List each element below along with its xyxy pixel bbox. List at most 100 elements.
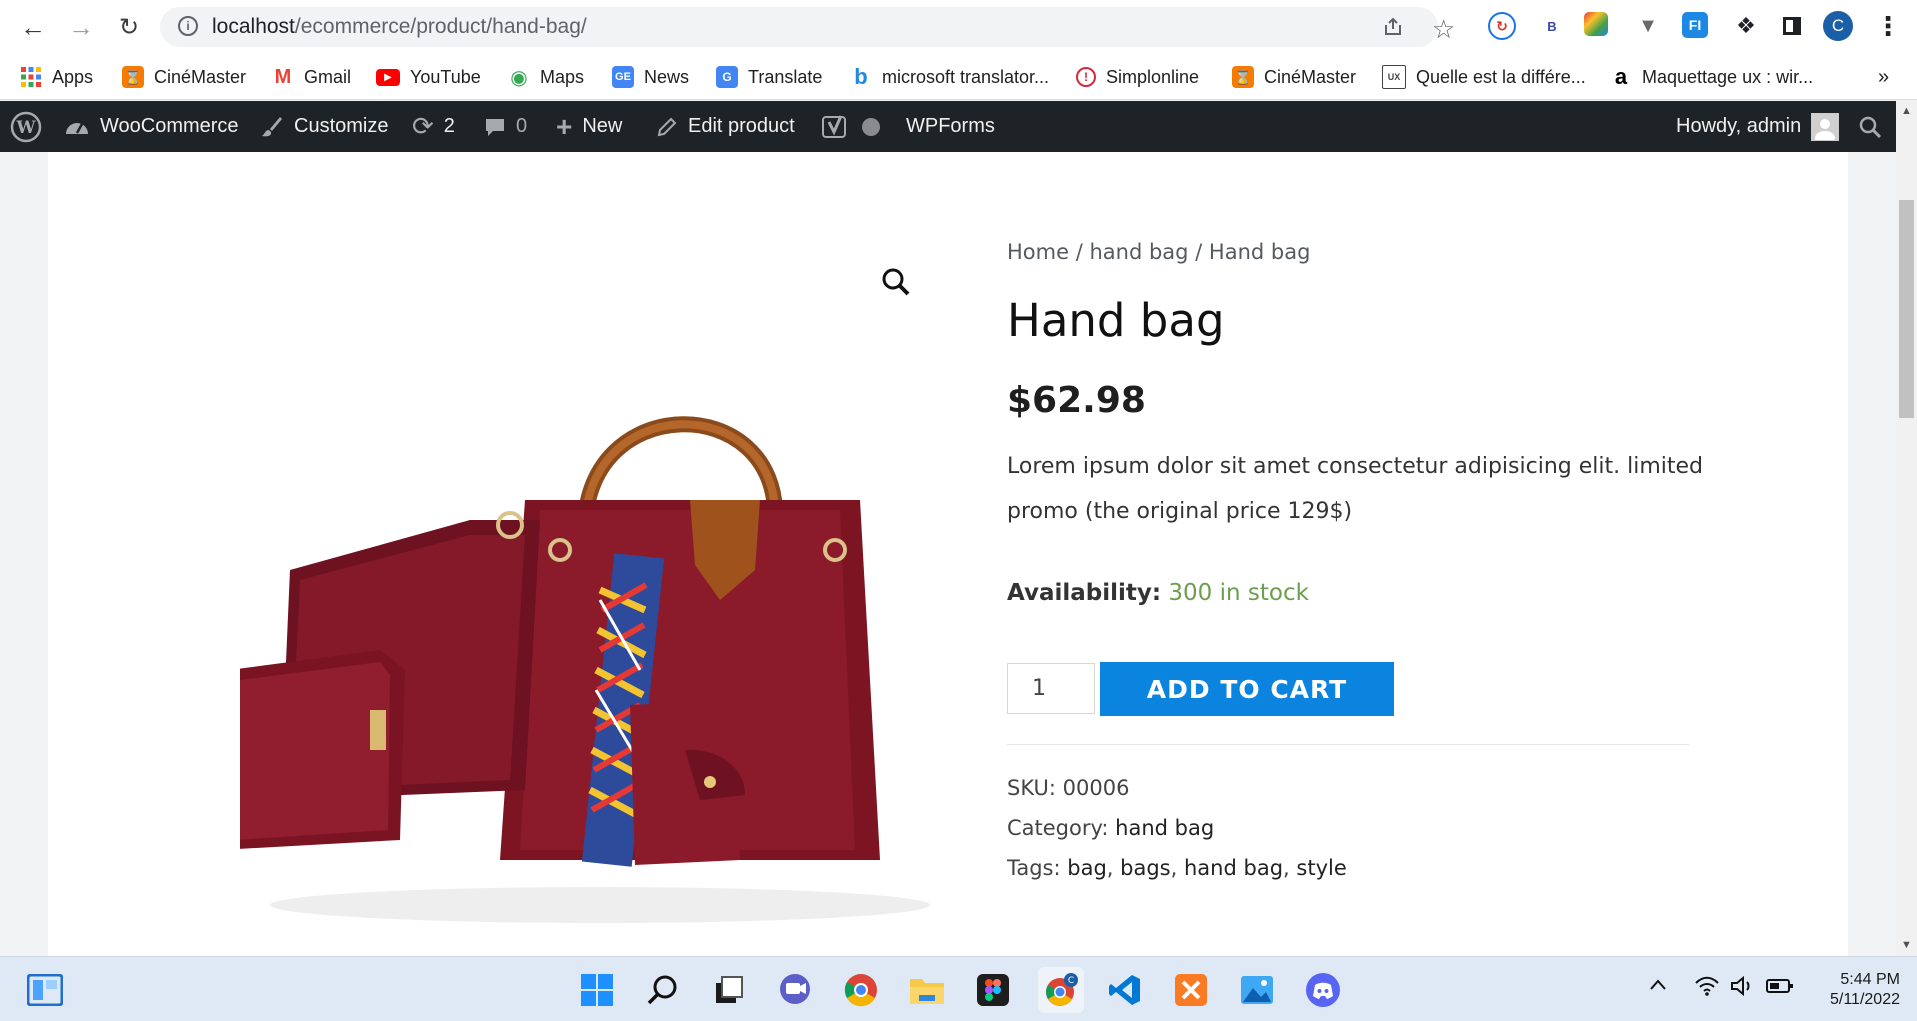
bookmark-cinemaster[interactable]: ⌛ CinéMaster: [122, 63, 246, 91]
bookmark-maps[interactable]: ◉ Maps: [508, 63, 584, 91]
yoast-seo-menu[interactable]: [822, 101, 880, 152]
breadcrumb-category[interactable]: hand bag: [1089, 240, 1188, 264]
handbag-illustration: [220, 416, 930, 923]
system-clock[interactable]: 5:44 PM 5/11/2022: [1800, 970, 1900, 1010]
breadcrumb-separator: /: [1188, 240, 1209, 264]
bookmark-translate[interactable]: G Translate: [716, 63, 822, 91]
howdy-label: Howdy, admin: [1676, 115, 1802, 137]
widgets-icon[interactable]: [26, 971, 64, 1009]
category-link[interactable]: hand bag: [1115, 816, 1214, 840]
chevron-up-icon[interactable]: [1648, 975, 1668, 1001]
new-label: New: [582, 115, 623, 137]
product-image[interactable]: [220, 370, 940, 930]
scrollbar-thumb[interactable]: [1899, 200, 1914, 418]
breadcrumb-separator: /: [1069, 240, 1090, 264]
v-ext-icon[interactable]: ▼: [1634, 12, 1662, 40]
bing-icon: b: [854, 64, 868, 89]
b-ext-icon[interactable]: B: [1538, 12, 1566, 40]
scroll-up-arrow-icon[interactable]: ▲: [1899, 104, 1914, 119]
chrome-profile-icon[interactable]: C: [1038, 967, 1084, 1013]
quantity-input[interactable]: [1007, 663, 1095, 714]
discord-icon[interactable]: [1304, 971, 1342, 1009]
apps-grid-icon: [20, 66, 42, 88]
paintbrush-icon: [260, 115, 284, 139]
wp-logo-menu[interactable]: W: [10, 101, 42, 152]
cinemaster-icon: ⌛: [1232, 66, 1254, 88]
updates-refresh-icon: ⟳: [412, 111, 434, 141]
file-explorer-icon[interactable]: [908, 971, 946, 1009]
tag-link[interactable]: bag: [1067, 856, 1107, 880]
profile-initial: C: [1831, 16, 1845, 35]
my-account-menu[interactable]: Howdy, admin: [1676, 101, 1840, 152]
bookmark-label: Gmail: [304, 66, 352, 87]
figma-icon[interactable]: [974, 971, 1012, 1009]
search-icon[interactable]: [644, 971, 682, 1009]
bookmark-blog-ux[interactable]: UX Quelle est la différe...: [1382, 63, 1586, 91]
battery-icon[interactable]: [1766, 976, 1794, 1002]
bookmark-label: Apps: [52, 66, 94, 87]
sku-label: SKU:: [1007, 776, 1056, 800]
tag-link[interactable]: bags: [1120, 856, 1170, 880]
share-icon[interactable]: [1382, 16, 1404, 44]
wpforms-label: WPForms: [906, 115, 995, 137]
reload-icon[interactable]: ↻: [114, 12, 144, 42]
bookmark-apps[interactable]: Apps: [20, 63, 93, 91]
windows-taskbar: C 5:44 PM 5/11/2022: [0, 956, 1917, 1021]
volume-icon[interactable]: [1730, 975, 1756, 1003]
bookmark-simplonline[interactable]: ! Simplonline: [1076, 63, 1199, 91]
bookmark-label: microsoft translator...: [882, 66, 1050, 87]
scroll-down-arrow-icon[interactable]: ▼: [1899, 938, 1914, 953]
woocommerce-menu[interactable]: WooCommerce: [64, 101, 239, 152]
tag-link[interactable]: hand bag: [1184, 856, 1283, 880]
new-content-menu[interactable]: + New: [556, 101, 622, 152]
bookmarks-overflow-button[interactable]: »: [1878, 63, 1889, 91]
stock-status: 300 in stock: [1168, 580, 1309, 606]
news-icon: GE: [612, 66, 634, 88]
translate-icon: G: [716, 66, 738, 88]
clock-time: 5:44 PM: [1840, 971, 1900, 988]
edit-product-link[interactable]: Edit product: [656, 101, 795, 152]
bookmark-maquettage[interactable]: a Maquettage ux : wir...: [1610, 63, 1813, 91]
wpforms-menu[interactable]: WPForms: [906, 101, 995, 152]
image-zoom-button[interactable]: [876, 262, 916, 302]
translate-ext-icon[interactable]: ↻: [1488, 12, 1516, 40]
site-info-icon[interactable]: i: [178, 16, 198, 36]
address-bar[interactable]: i localhost/ecommerce/product/hand-bag/ …: [160, 7, 1455, 47]
product-category: Category: hand bag: [1007, 816, 1214, 840]
updates-menu[interactable]: ⟳ 2: [412, 101, 455, 152]
tag-link[interactable]: style: [1296, 856, 1346, 880]
comments-menu[interactable]: 0: [484, 101, 527, 152]
puzzle-icon[interactable]: ❖: [1732, 12, 1760, 40]
bookmark-label: CinéMaster: [1264, 66, 1357, 87]
back-arrow-icon[interactable]: ←: [18, 12, 48, 42]
wifi-icon[interactable]: [1694, 975, 1720, 1003]
url-text[interactable]: localhost/ecommerce/product/hand-bag/: [212, 15, 587, 39]
fi-ext-icon[interactable]: FI: [1682, 12, 1708, 38]
vscode-icon[interactable]: [1106, 971, 1144, 1009]
add-to-cart-button[interactable]: ADD TO CART: [1100, 662, 1394, 716]
forward-arrow-icon[interactable]: →: [66, 12, 96, 42]
seo-status-dot-icon: [862, 117, 880, 136]
profile-avatar[interactable]: C: [1823, 11, 1853, 41]
chrome-icon[interactable]: [842, 971, 880, 1009]
bookmark-microsoft-translator[interactable]: b microsoft translator...: [850, 63, 1049, 91]
bookmark-news[interactable]: GE News: [612, 63, 689, 91]
photos-icon[interactable]: [1238, 971, 1276, 1009]
bookmark-cinemaster-2[interactable]: ⌛ CinéMaster: [1232, 63, 1356, 91]
sidepanel-icon[interactable]: [1778, 12, 1806, 40]
task-view-icon[interactable]: [710, 971, 748, 1009]
clock-date: 5/11/2022: [1830, 991, 1900, 1008]
breadcrumb-home[interactable]: Home: [1007, 240, 1069, 264]
admin-search-button[interactable]: [1858, 101, 1882, 152]
bookmark-youtube[interactable]: ▶ YouTube: [376, 63, 481, 91]
customize-menu[interactable]: Customize: [260, 101, 388, 152]
bookmarks-bar: Apps ⌛ CinéMaster M Gmail ▶ YouTube ◉ Maps G…: [0, 54, 1917, 100]
menu-kebab-icon[interactable]: ⋮: [1874, 11, 1902, 41]
bookmark-gmail[interactable]: M Gmail: [272, 63, 351, 91]
xampp-icon[interactable]: [1172, 971, 1210, 1009]
svg-text:C: C: [1068, 976, 1074, 986]
teams-chat-icon[interactable]: [776, 971, 814, 1009]
start-windows-icon[interactable]: [578, 971, 616, 1009]
color-ext-icon[interactable]: [1584, 12, 1608, 36]
bookmark-star-icon[interactable]: ☆: [1432, 14, 1455, 45]
